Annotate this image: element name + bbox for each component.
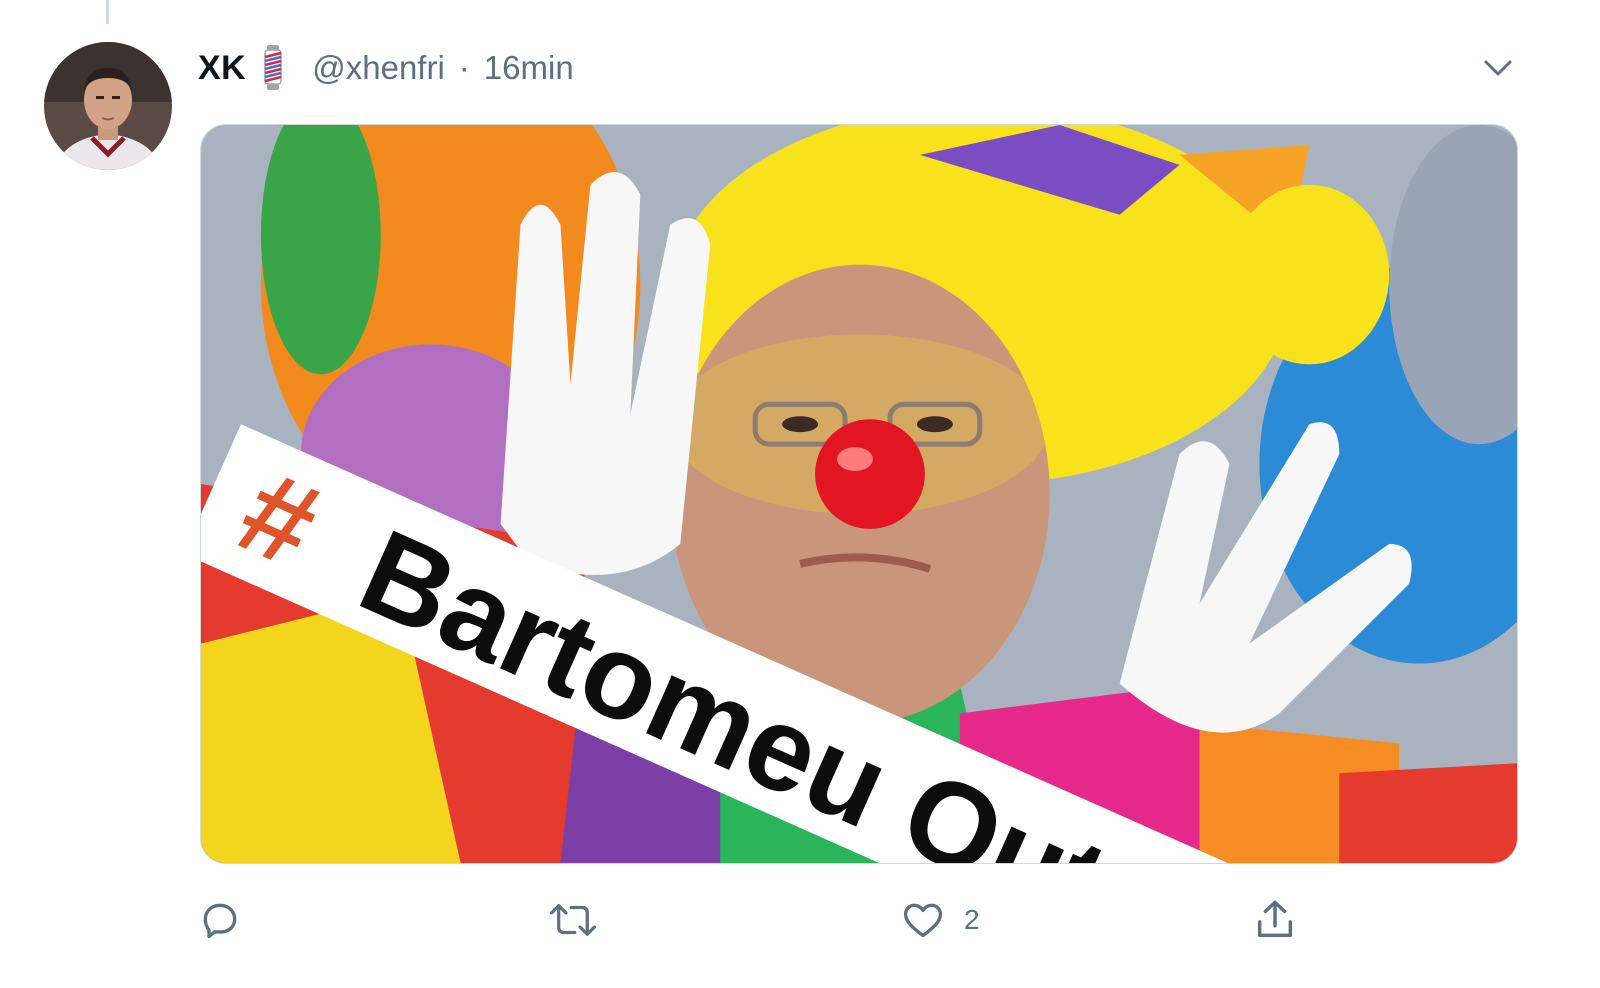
- tweet-header: XK @xhenfri · 16min: [198, 44, 574, 92]
- more-options-button[interactable]: [1476, 48, 1520, 88]
- like-count: 2: [964, 904, 980, 935]
- like-button[interactable]: 2: [900, 890, 980, 950]
- separator-dot: ·: [458, 49, 470, 86]
- share-button[interactable]: [1252, 890, 1316, 950]
- heart-icon: [903, 903, 943, 938]
- barber-pole-icon: [260, 45, 286, 91]
- avatar-image: [44, 42, 172, 170]
- display-name[interactable]: XK: [198, 49, 246, 88]
- thread-connector-line: [106, 0, 109, 24]
- retweet-button[interactable]: [548, 890, 616, 950]
- tweet-media-image[interactable]: # Bartomeu Out: [200, 124, 1518, 864]
- reply-button[interactable]: [198, 890, 260, 950]
- reply-icon: [203, 903, 237, 939]
- user-handle[interactable]: @xhenfri: [312, 49, 445, 87]
- avatar[interactable]: [44, 42, 172, 170]
- retweet-icon: [549, 904, 597, 936]
- share-icon: [1257, 900, 1293, 938]
- chevron-down-icon: [1484, 60, 1512, 76]
- tweet-actions-bar: 2: [0, 880, 1600, 960]
- timestamp[interactable]: 16min: [484, 49, 574, 87]
